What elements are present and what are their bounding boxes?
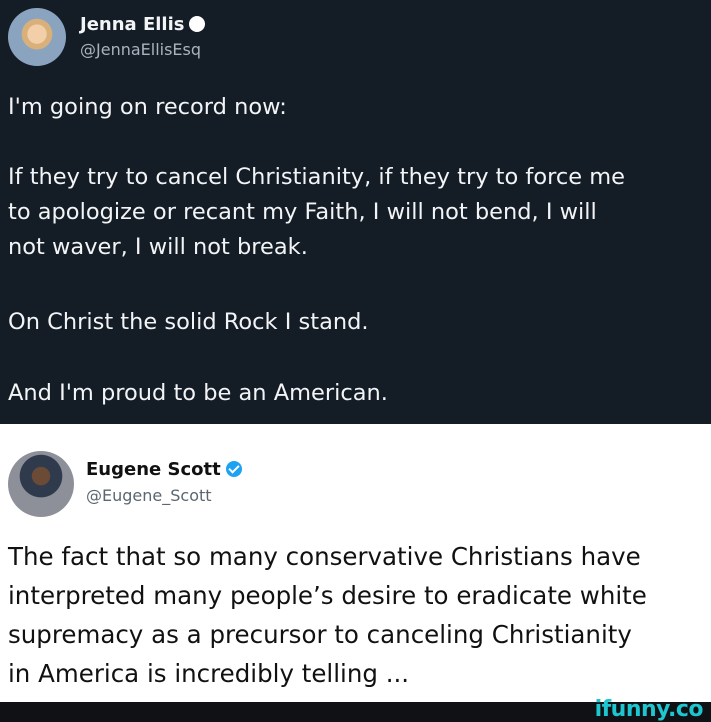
- display-name[interactable]: Eugene Scott: [86, 459, 242, 480]
- tweet-text-line: not waver, I will not break.: [8, 234, 308, 260]
- verified-badge-icon: [225, 461, 242, 477]
- tweet-jenna-ellis: Jenna Ellis @JennaEllisEsq I'm going on …: [0, 0, 711, 424]
- verified-badge-icon: [189, 16, 206, 32]
- display-name-text: Eugene Scott: [86, 459, 221, 480]
- watermark-logo: ifunny.co: [594, 697, 704, 722]
- user-handle[interactable]: @Eugene_Scott: [86, 486, 212, 505]
- tweet-text-line: The fact that so many conservative Chris…: [8, 542, 641, 571]
- tweet-text-line: supremacy as a precursor to canceling Ch…: [8, 620, 632, 649]
- avatar[interactable]: [8, 451, 74, 517]
- tweet-text-line: I'm going on record now:: [8, 94, 287, 120]
- tweet-text-line: On Christ the solid Rock I stand.: [8, 309, 369, 335]
- tweet-text-line: interpreted many people’s desire to erad…: [8, 581, 647, 610]
- tweet-text-line: to apologize or recant my Faith, I will …: [8, 199, 597, 225]
- tweet-text-line: in America is incredibly telling ...: [8, 659, 410, 688]
- user-handle[interactable]: @JennaEllisEsq: [80, 40, 201, 59]
- tweet-text-line: And I'm proud to be an American.: [8, 380, 388, 406]
- tweet-text-line: If they try to cancel Christianity, if t…: [8, 164, 625, 190]
- avatar[interactable]: [8, 8, 66, 66]
- display-name[interactable]: Jenna Ellis: [80, 14, 206, 35]
- display-name-text: Jenna Ellis: [80, 14, 185, 35]
